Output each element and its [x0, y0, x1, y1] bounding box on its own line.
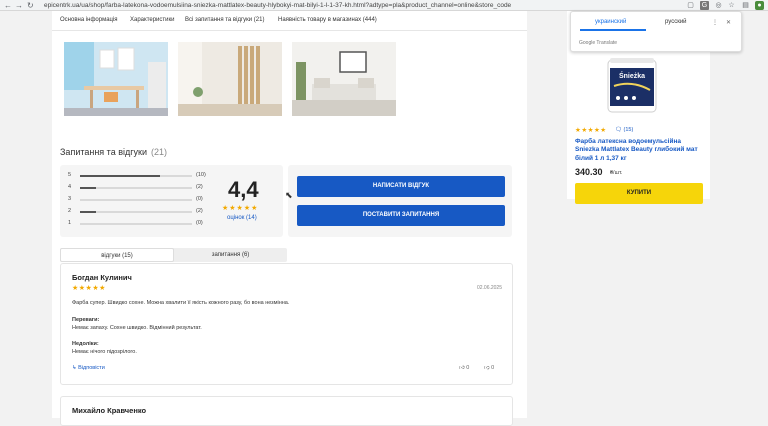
rating-bar-track: [80, 175, 192, 177]
rating-row-label: 3: [68, 196, 72, 202]
sidebar-stars: ★★★★★: [575, 127, 607, 134]
address-bar[interactable]: epicentrk.ua/ua/shop/farba-latekona-vodo…: [44, 0, 664, 11]
review-pros: Немає запаху. Сохне швидко. Відмінний ре…: [72, 325, 202, 331]
review-date: 02.06.2025: [476, 285, 502, 291]
translate-icon[interactable]: G: [700, 1, 709, 10]
dislike-button[interactable]: 👎︎ 0: [484, 365, 494, 371]
rating-bar-fill: [80, 175, 160, 177]
mouse-cursor-icon: ⬉: [285, 190, 293, 200]
rating-bar-track: [80, 223, 192, 225]
google-translate-brand: Google Translate: [579, 40, 618, 46]
translate-source-lang[interactable]: украинский: [595, 19, 626, 25]
reply-button[interactable]: ↳ Відповісти: [72, 365, 105, 371]
rating-row-3: 3 (0): [68, 196, 213, 204]
like-count: 0: [466, 365, 470, 371]
reviews-tabs: відгуки (15) запитання (6): [60, 248, 287, 262]
brand-logo-text: Śnieżka: [619, 71, 645, 80]
product-image[interactable]: Śnieżka: [604, 56, 660, 114]
subnav-main-info[interactable]: Основна інформація: [60, 17, 118, 23]
comment-icon: 🗨︎: [615, 127, 624, 133]
sidebar-reviews-link[interactable]: 🗨︎ (15): [615, 127, 633, 133]
review-card: Богдан Кулинич ★★★★★ 02.06.2025 Фарба су…: [60, 263, 513, 385]
forward-icon[interactable]: →: [15, 0, 23, 11]
close-icon[interactable]: ✕: [726, 19, 731, 26]
like-button[interactable]: 👍︎ 0: [459, 365, 469, 371]
rating-row-label: 5: [68, 172, 72, 178]
star-bookmark-icon[interactable]: ☆: [727, 1, 736, 10]
rating-bar-fill: [80, 187, 96, 189]
review-card: Михайло Кравченко: [60, 396, 513, 426]
buy-button[interactable]: КУПИТИ: [575, 183, 703, 204]
review-author: Богдан Кулинич: [72, 273, 132, 282]
screenshot-icon[interactable]: ▢: [686, 1, 695, 10]
rating-bar-track: [80, 199, 192, 201]
rating-row-label: 1: [68, 220, 72, 226]
rating-bar-fill: [80, 211, 96, 213]
tab-questions[interactable]: запитання (6): [174, 248, 287, 262]
product-subnav: Основна інформація Характеристики Всі за…: [52, 11, 527, 31]
rating-row-label: 4: [68, 184, 72, 190]
back-icon[interactable]: ←: [4, 0, 12, 11]
rating-row-4: 4 (2): [68, 184, 213, 192]
sidebar-product-title[interactable]: Фарба латексна водоемульсійна Sniezka Ma…: [575, 138, 703, 163]
rating-bar-track: [80, 211, 192, 213]
review-cons-label: Недоліки:: [72, 341, 99, 347]
rating-summary: 5 (10) 4 (2) 3 (0) 2 (2) 1 (0) 4,4 ★★★★★…: [60, 165, 283, 237]
sidebar-reviews-count: (15): [623, 127, 634, 133]
review-stars: ★★★★★: [72, 285, 106, 292]
translate-target-lang[interactable]: русский: [665, 19, 687, 25]
reviews-section-title: Запитання та відгуки (21): [60, 147, 167, 157]
rating-row-count: (2): [196, 208, 203, 214]
average-rating: 4,4: [228, 177, 259, 202]
subnav-characteristics[interactable]: Характеристики: [130, 17, 175, 23]
review-author: Михайло Кравченко: [72, 406, 147, 415]
review-pros-label: Переваги:: [72, 317, 100, 323]
reload-icon[interactable]: ↻: [27, 0, 34, 11]
average-stars: ★★★★★: [222, 205, 259, 212]
section-title-text: Запитання та відгуки: [60, 147, 147, 157]
subnav-store-availability[interactable]: Наявність товару в магазинах (444): [278, 17, 377, 23]
translate-popup: украинский русский ⋮ ✕ Google Translate: [570, 11, 742, 52]
review-actions: НАПИСАТИ ВІДГУК ПОСТАВИТИ ЗАПИТАННЯ: [288, 165, 512, 237]
rating-row-1: 1 (0): [68, 220, 213, 228]
write-review-button[interactable]: НАПИСАТИ ВІДГУК: [297, 176, 505, 197]
review-cons: Немає нічого підозрілого.: [72, 349, 137, 355]
rating-row-count: (10): [196, 172, 206, 178]
tab-reviews[interactable]: відгуки (15): [60, 248, 174, 262]
subnav-questions-reviews[interactable]: Всі запитання та відгуки (21): [185, 17, 264, 23]
dislike-count: 0: [491, 365, 495, 371]
reply-label: Відповісти: [78, 365, 105, 371]
product-page: Основна інформація Характеристики Всі за…: [52, 11, 527, 426]
sidebar-price: 340.30: [575, 167, 603, 177]
rating-bar-track: [80, 187, 192, 189]
sidebar-price-unit: ₴/шт.: [610, 170, 623, 176]
more-options-icon[interactable]: ⋮: [712, 19, 718, 26]
section-title-count: (21): [151, 147, 168, 157]
active-language-indicator: [580, 29, 646, 31]
rating-row-count: (0): [196, 220, 203, 226]
eye-off-icon[interactable]: ◎: [714, 1, 723, 10]
review-text: Фарба супер. Швидко сохне. Можна хвалити…: [72, 300, 290, 306]
product-photo-3[interactable]: [292, 42, 396, 116]
product-photo-2[interactable]: [178, 42, 282, 116]
browser-toolbar: ← → ↻ epicentrk.ua/ua/shop/farba-latekon…: [0, 0, 768, 11]
extensions-icon[interactable]: ▤: [741, 1, 750, 10]
rating-row-count: (0): [196, 196, 203, 202]
rating-row-5: 5 (10): [68, 172, 213, 180]
ratings-count-link[interactable]: оцінок (14): [227, 215, 257, 221]
rating-row-count: (2): [196, 184, 203, 190]
ask-question-button[interactable]: ПОСТАВИТИ ЗАПИТАННЯ: [297, 205, 505, 226]
rating-row-2: 2 (2): [68, 208, 213, 216]
profile-icon[interactable]: ●: [755, 1, 764, 10]
product-photo-1[interactable]: [64, 42, 168, 116]
rating-row-label: 2: [68, 208, 72, 214]
